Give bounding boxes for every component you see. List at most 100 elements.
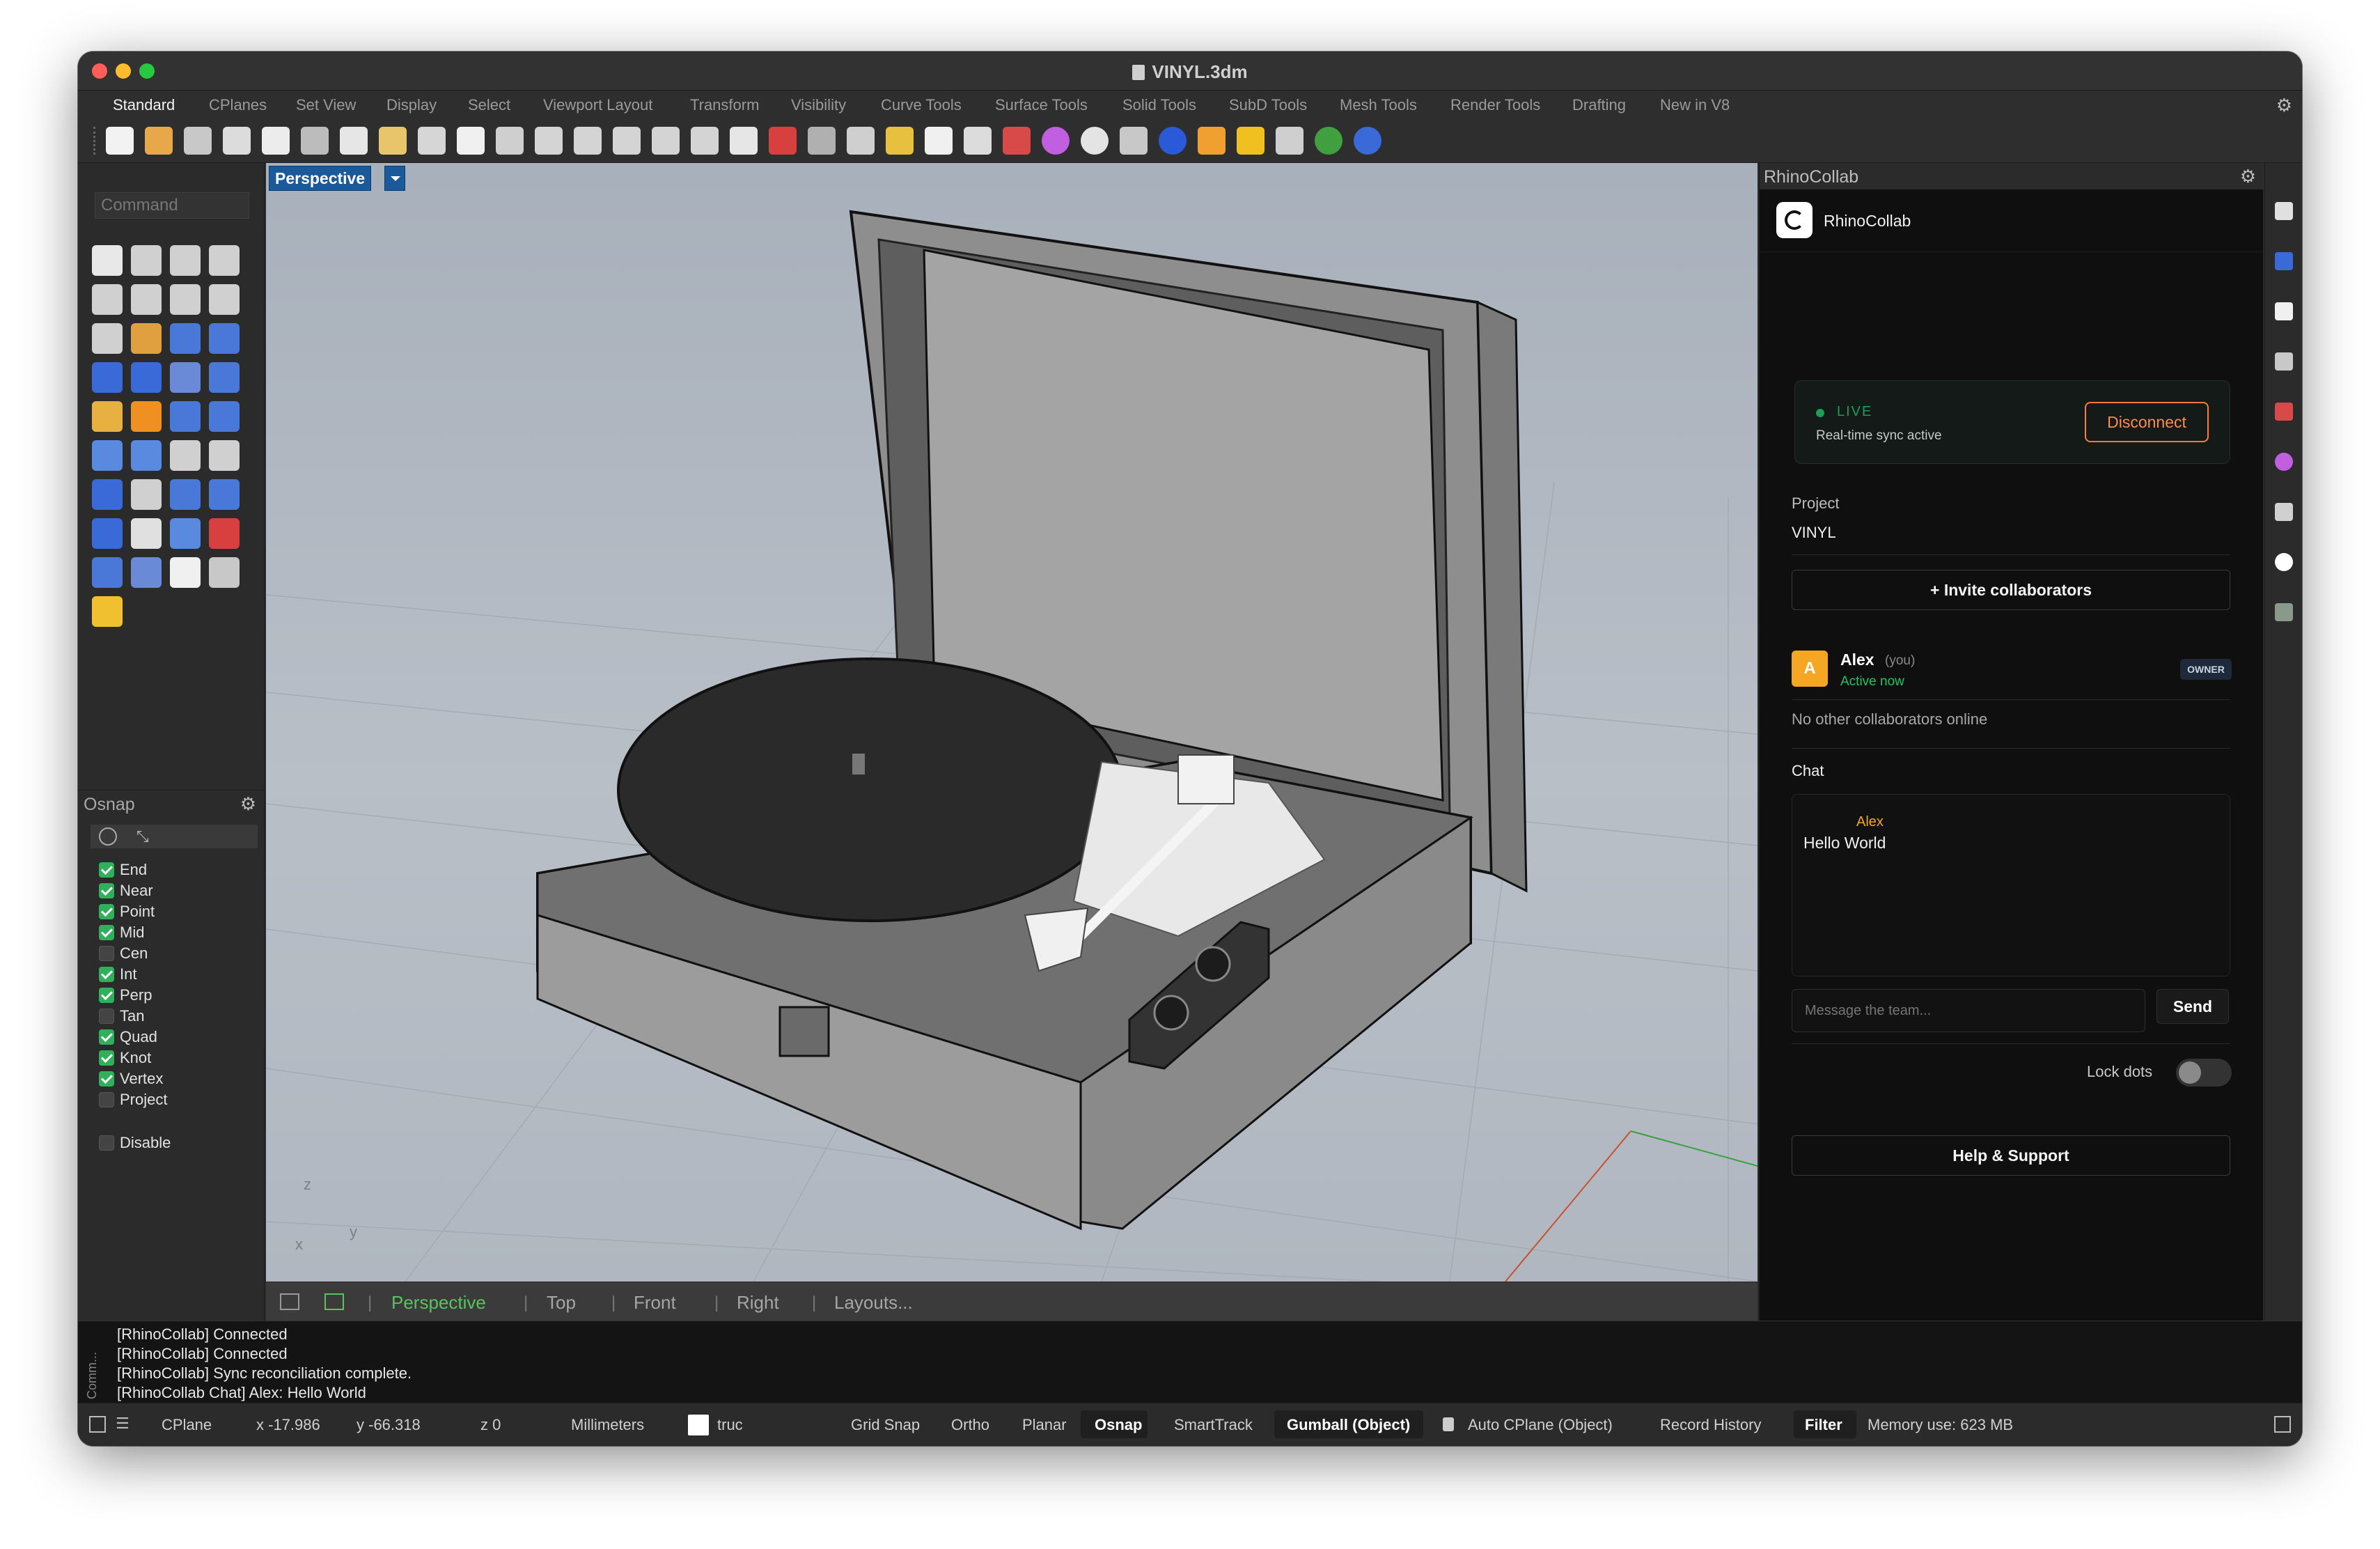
- check-icon[interactable]: [170, 557, 201, 588]
- tab-solid-tools[interactable]: Solid Tools: [1122, 96, 1196, 114]
- tab-render-tools[interactable]: Render Tools: [1450, 96, 1540, 114]
- pan-hand-icon[interactable]: [457, 127, 485, 155]
- options-gear-icon[interactable]: [1237, 127, 1265, 155]
- osnap-mid[interactable]: Mid: [99, 924, 144, 942]
- flow-icon[interactable]: [131, 557, 162, 588]
- undo-view-icon[interactable]: [691, 127, 719, 155]
- planar-toggle[interactable]: Planar: [1022, 1416, 1067, 1434]
- checkbox-icon[interactable]: [99, 946, 114, 961]
- cylinder-icon[interactable]: [170, 362, 201, 393]
- fillet-curve-icon[interactable]: [131, 323, 162, 354]
- tab-viewport-layout[interactable]: Viewport Layout: [543, 96, 652, 114]
- lightbulb-icon[interactable]: [925, 127, 953, 155]
- osnap-end[interactable]: End: [99, 861, 147, 879]
- rotate-view-icon[interactable]: [496, 127, 524, 155]
- osnap-cen[interactable]: Cen: [99, 944, 148, 963]
- dimension-icon[interactable]: [1276, 127, 1303, 155]
- lock-dots-toggle[interactable]: [2176, 1059, 2232, 1087]
- chat-messages[interactable]: Alex Hello World: [1792, 794, 2230, 976]
- osnap-near[interactable]: Near: [99, 882, 153, 900]
- layer-icon[interactable]: [1003, 127, 1031, 155]
- checkbox-icon[interactable]: [99, 988, 114, 1003]
- checkbox-icon[interactable]: [99, 862, 114, 878]
- extrude-icon[interactable]: [92, 557, 123, 588]
- tab-new-in-v8[interactable]: New in V8: [1660, 96, 1730, 114]
- osnap-vertex[interactable]: Vertex: [99, 1070, 163, 1088]
- checkbox-icon[interactable]: [99, 925, 114, 940]
- osnap-point[interactable]: Point: [99, 903, 155, 921]
- osnap-toggle[interactable]: Osnap: [1095, 1416, 1142, 1434]
- smarttrack-toggle[interactable]: SmartTrack: [1174, 1416, 1253, 1434]
- osnap-cursor-icon[interactable]: ⤡: [136, 827, 155, 846]
- text-icon[interactable]: [92, 479, 123, 510]
- help-panel-icon[interactable]: [2275, 252, 2293, 270]
- ellipse-icon[interactable]: [131, 284, 162, 315]
- checkbox-icon[interactable]: [99, 1135, 114, 1151]
- osnap-project[interactable]: Project: [99, 1091, 167, 1109]
- render-icon[interactable]: [1198, 127, 1226, 155]
- tab-front[interactable]: Front: [634, 1292, 676, 1314]
- rebuild-icon[interactable]: [170, 440, 201, 471]
- perspective-viewport[interactable]: Perspective z y x: [266, 163, 1757, 1282]
- camera-panel-icon[interactable]: [2275, 352, 2293, 371]
- layers-panel-icon[interactable]: [2275, 403, 2293, 421]
- tab-transform[interactable]: Transform: [690, 96, 759, 114]
- new-file-icon[interactable]: [106, 127, 134, 155]
- group-icon[interactable]: [92, 440, 123, 471]
- export-icon[interactable]: [262, 127, 290, 155]
- zoom-window-icon[interactable]: [574, 127, 602, 155]
- gumball-toggle[interactable]: Gumball (Object): [1287, 1416, 1410, 1434]
- zoom-icon[interactable]: [535, 127, 563, 155]
- toolbar-grip[interactable]: [93, 127, 97, 155]
- select-arrow-icon[interactable]: [92, 245, 123, 276]
- layer-color-swatch[interactable]: [688, 1415, 709, 1435]
- analyze-icon[interactable]: [209, 518, 240, 549]
- paint-icon[interactable]: [92, 596, 123, 627]
- tab-top[interactable]: Top: [547, 1292, 576, 1314]
- osnap-int[interactable]: Int: [99, 965, 136, 983]
- materials-panel-icon[interactable]: [2275, 453, 2293, 471]
- curve-icon[interactable]: [209, 245, 240, 276]
- environment-icon[interactable]: [1315, 127, 1342, 155]
- tab-surface-tools[interactable]: Surface Tools: [995, 96, 1088, 114]
- layer-states-panel-icon[interactable]: [2275, 603, 2293, 621]
- circle-icon[interactable]: [92, 284, 123, 315]
- checkbox-icon[interactable]: [99, 883, 114, 898]
- record-history-toggle[interactable]: Record History: [1660, 1416, 1761, 1434]
- boolean-union-icon[interactable]: [131, 362, 162, 393]
- zoom-selected-icon[interactable]: [652, 127, 680, 155]
- cplane-label[interactable]: CPlane: [162, 1416, 212, 1434]
- message-input[interactable]: [1792, 989, 2145, 1032]
- trim-icon[interactable]: [131, 401, 162, 432]
- tab-standard[interactable]: Standard: [113, 96, 175, 114]
- polygon-icon[interactable]: [170, 284, 201, 315]
- panel-gear-icon[interactable]: ⚙: [2240, 166, 2256, 187]
- help-icon[interactable]: [1354, 127, 1381, 155]
- zoom-extents-icon[interactable]: [613, 127, 641, 155]
- tab-right[interactable]: Right: [737, 1292, 779, 1314]
- join-icon[interactable]: [209, 401, 240, 432]
- viewport-title[interactable]: Perspective: [269, 166, 372, 191]
- command-input[interactable]: Command: [95, 192, 249, 219]
- tab-select[interactable]: Select: [468, 96, 510, 114]
- shell-icon[interactable]: [209, 557, 240, 588]
- single-view-icon[interactable]: [324, 1293, 344, 1310]
- scale-icon[interactable]: [131, 479, 162, 510]
- paste-icon[interactable]: [379, 127, 407, 155]
- osnap-gear-icon[interactable]: ⚙: [240, 793, 256, 815]
- panel-toggle-icon[interactable]: [89, 1416, 106, 1433]
- display-panel-icon[interactable]: [2275, 202, 2293, 220]
- block-icon[interactable]: [92, 518, 123, 549]
- checkbox-icon[interactable]: [99, 1071, 114, 1087]
- dimension-tool-icon[interactable]: [209, 479, 240, 510]
- ungroup-icon[interactable]: [131, 440, 162, 471]
- point-icon[interactable]: [131, 245, 162, 276]
- color-wheel-icon[interactable]: [1042, 127, 1070, 155]
- tab-cplanes[interactable]: CPlanes: [209, 96, 267, 114]
- copy-icon[interactable]: [340, 127, 368, 155]
- four-viewports-icon[interactable]: [730, 127, 758, 155]
- right-panel-toggle-icon[interactable]: [2274, 1416, 2291, 1433]
- invite-collaborators-button[interactable]: + Invite collaborators: [1792, 570, 2230, 610]
- polyline-icon[interactable]: [170, 245, 201, 276]
- checkbox-icon[interactable]: [99, 904, 114, 919]
